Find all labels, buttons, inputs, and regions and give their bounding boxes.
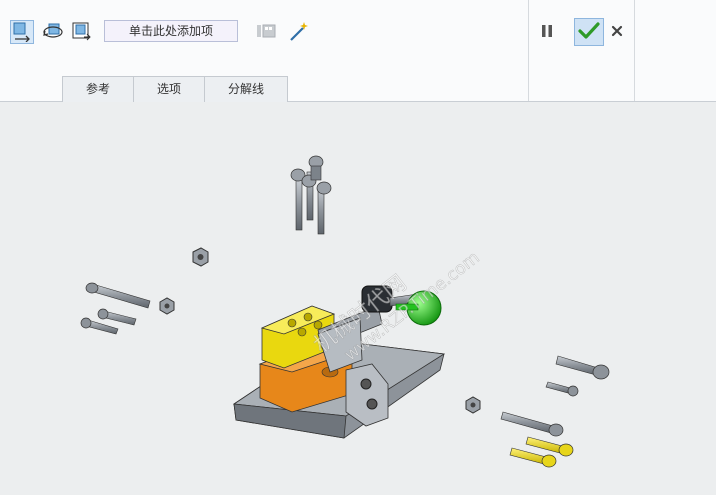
tab-reference[interactable]: 参考 xyxy=(62,76,134,102)
divider xyxy=(634,0,635,101)
magic-wand-icon xyxy=(288,20,310,45)
preview-button[interactable] xyxy=(254,20,278,44)
tab-explode-lines[interactable]: 分解线 xyxy=(204,76,288,102)
pause-button[interactable] xyxy=(536,20,558,44)
hex-nut[interactable] xyxy=(465,396,481,414)
top-screws[interactable] xyxy=(290,155,332,235)
hex-nut[interactable] xyxy=(159,297,175,315)
confirm-button[interactable] xyxy=(574,18,604,46)
right-bolts[interactable] xyxy=(500,355,610,437)
tab-options[interactable]: 选项 xyxy=(133,76,205,102)
dashboard-tabs: 参考 选项 分解线 xyxy=(62,76,288,102)
exploded-assembly-model: 机械时代网 www.RZP.Time.com xyxy=(80,155,610,468)
divider xyxy=(528,0,529,101)
exploded-view-dashboard: 单击此处添加项 参考 选项 分解线 xyxy=(0,0,716,102)
pause-icon xyxy=(540,23,554,42)
add-item-collector[interactable]: 单击此处添加项 xyxy=(104,20,238,42)
parallel-move-button[interactable] xyxy=(69,20,93,44)
rotate-component-button[interactable] xyxy=(41,20,65,44)
left-bolts[interactable] xyxy=(80,282,151,335)
preview-icon xyxy=(255,20,277,45)
close-icon xyxy=(610,24,624,41)
magic-wand-button[interactable] xyxy=(287,20,311,44)
cancel-button[interactable] xyxy=(606,20,628,44)
check-icon xyxy=(578,21,600,44)
move-component-icon xyxy=(11,20,33,45)
hex-nut[interactable] xyxy=(192,247,209,267)
graphics-viewport[interactable]: 机械时代网 www.RZP.Time.com xyxy=(0,102,716,495)
rotate-component-icon xyxy=(42,20,64,45)
parallel-move-icon xyxy=(70,20,92,45)
move-component-button[interactable] xyxy=(10,20,34,44)
yellow-bolts[interactable] xyxy=(509,436,574,468)
